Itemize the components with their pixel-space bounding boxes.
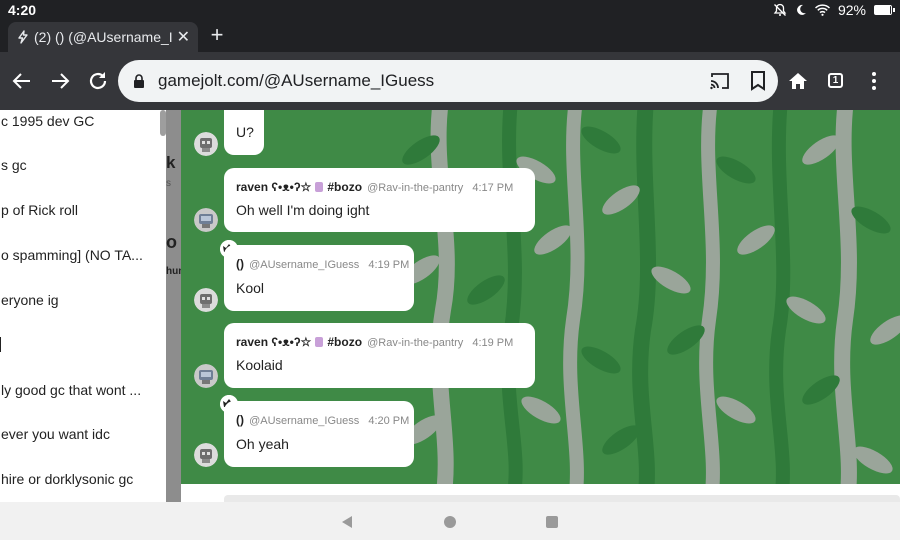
back-arrow-icon[interactable] [10, 69, 34, 93]
message-author-tag: #bozo [327, 335, 363, 349]
status-icons: 92% [773, 2, 895, 18]
tag-emoji-icon [315, 337, 324, 347]
chat-list-item[interactable]: hire or dorklysonic gc [0, 458, 166, 502]
address-bar[interactable]: gamejolt.com/@AUsername_IGuess [118, 60, 778, 102]
url-text: gamejolt.com/@AUsername_IGuess [158, 71, 435, 90]
message-author-tag: #bozo [327, 180, 363, 194]
chat-list-item[interactable]: eryone ig [0, 279, 166, 323]
user-avatar[interactable] [194, 364, 218, 388]
lock-icon [134, 74, 144, 88]
message-handle[interactable]: @Rav-in-the-pantry [367, 182, 463, 194]
occluded-text-fragment: o [166, 232, 177, 252]
chat-list-item-label: c 1995 dev GC [1, 113, 95, 129]
message-timestamp: 4:19 PM [368, 259, 410, 271]
browser-tab-strip: (2) () (@AUsername_IG ✕ + [0, 20, 900, 52]
user-avatar[interactable] [194, 443, 218, 467]
tab-title: (2) () (@AUsername_IG [34, 29, 173, 45]
system-navigation-bar [0, 502, 900, 540]
nav-home-icon[interactable] [444, 516, 456, 528]
nav-back-icon[interactable] [341, 515, 353, 529]
home-icon[interactable] [786, 69, 810, 93]
message-bubble[interactable]: raven ʕ•ᴥ•ʔ☆ #bozo @Rav-in-the-pantry 4:… [224, 323, 535, 388]
chat-list-item[interactable] [0, 324, 166, 368]
user-avatar[interactable] [194, 208, 218, 232]
chat-list-item[interactable]: ly good gc that wont ... [0, 369, 166, 413]
more-vertical-icon[interactable] [862, 69, 886, 93]
cast-icon[interactable] [709, 71, 731, 91]
user-avatar[interactable] [194, 132, 218, 156]
chat-list-item[interactable]: ever you want idc [0, 413, 166, 457]
message-bubble[interactable]: () @AUsername_IGuess 4:19 PM Kool [224, 245, 414, 311]
message-bubble[interactable]: () @AUsername_IGuess 4:20 PM Oh yeah [224, 401, 414, 467]
message-header: () @AUsername_IGuess 4:19 PM [236, 257, 409, 271]
battery-percentage: 92% [837, 2, 866, 18]
occluded-text-fragment: k [166, 153, 176, 172]
chat-list-item-label: hire or dorklysonic gc [1, 471, 134, 487]
tag-emoji-icon [315, 182, 324, 192]
message-author[interactable]: () [236, 413, 244, 427]
new-tab-button[interactable]: + [206, 22, 228, 48]
message-text: Koolaid [236, 357, 283, 373]
tab-close-icon[interactable]: ✕ [177, 27, 190, 47]
message-text: Oh well I'm doing ight [236, 202, 370, 218]
message-text: U? [236, 124, 254, 140]
chat-list-item-label: o spamming] (NO TA... [1, 247, 143, 263]
gamejolt-favicon-icon [18, 30, 28, 44]
reload-icon[interactable] [86, 69, 110, 93]
message-header: raven ʕ•ᴥ•ʔ☆ #bozo @Rav-in-the-pantry 4:… [236, 180, 513, 194]
chat-message-area[interactable]: U? raven ʕ•ᴥ•ʔ☆ #bozo @Rav-in-the-pantry… [181, 110, 900, 484]
message-input[interactable] [224, 495, 900, 502]
message-handle[interactable]: @AUsername_IGuess [249, 259, 359, 271]
message-author[interactable]: raven ʕ•ᴥ•ʔ☆ [236, 335, 311, 349]
browser-toolbar: gamejolt.com/@AUsername_IGuess [0, 52, 900, 110]
message-text: Kool [236, 280, 265, 296]
chat-list-sidebar: c 1995 dev GC s gc p of Rick roll o spam… [0, 110, 166, 502]
message-header: raven ʕ•ᴥ•ʔ☆ #bozo @Rav-in-the-pantry 4:… [236, 335, 513, 349]
status-time: 4:20 [8, 2, 37, 18]
message-bubble[interactable]: raven ʕ•ᴥ•ʔ☆ #bozo @Rav-in-the-pantry 4:… [224, 168, 535, 232]
battery-icon [874, 5, 895, 15]
message-handle[interactable]: @Rav-in-the-pantry [367, 337, 463, 349]
bookmark-icon[interactable] [750, 71, 766, 91]
chat-list-item[interactable]: c 1995 dev GC [0, 110, 166, 144]
chat-list-item[interactable]: s gc [0, 144, 166, 188]
chat-list-item[interactable]: o spamming] (NO TA... [0, 234, 166, 278]
message-author[interactable]: () [236, 257, 244, 271]
chat-list-item-label: eryone ig [1, 292, 59, 308]
chat-list-item-label: p of Rick roll [1, 202, 79, 218]
message-text: Oh yeah [236, 436, 289, 452]
message-bubble[interactable]: U? [224, 110, 264, 155]
notifications-off-icon [773, 3, 787, 16]
occluded-text-fragment: s [166, 178, 171, 189]
browser-tab[interactable]: (2) () (@AUsername_IG ✕ [8, 22, 198, 52]
battery-level-fill [875, 6, 890, 14]
chat-list-item[interactable]: p of Rick roll [0, 189, 166, 233]
message-timestamp: 4:19 PM [472, 337, 514, 349]
message-header: () @AUsername_IGuess 4:20 PM [236, 413, 409, 427]
message-timestamp: 4:20 PM [368, 415, 410, 427]
message-timestamp: 4:17 PM [472, 182, 514, 194]
forward-arrow-icon[interactable] [48, 69, 72, 93]
message-author[interactable]: raven ʕ•ᴥ•ʔ☆ [236, 180, 311, 194]
chat-list-item-label: ever you want idc [1, 426, 110, 442]
chat-list-item-label: ly good gc that wont ... [1, 382, 142, 398]
do-not-disturb-moon-icon [797, 4, 806, 15]
tab-switcher-button[interactable]: 1 [828, 73, 843, 88]
nav-recents-icon[interactable] [546, 516, 558, 528]
chat-list-item-label: s gc [1, 157, 27, 173]
wifi-icon [814, 4, 830, 16]
message-handle[interactable]: @AUsername_IGuess [249, 415, 359, 427]
chat-list-item-fragment [0, 337, 1, 352]
user-avatar[interactable] [194, 288, 218, 312]
system-status-bar: 4:20 92% [0, 0, 900, 20]
